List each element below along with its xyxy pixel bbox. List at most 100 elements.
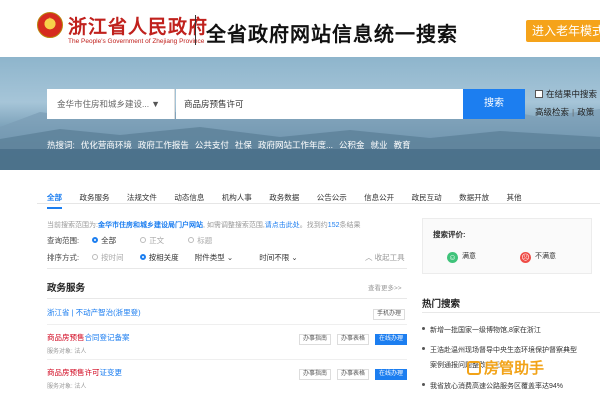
search-in-results-label: 在结果中搜索 bbox=[546, 89, 598, 99]
hot-search-divider bbox=[422, 312, 600, 313]
hot-search-item[interactable]: 王浩赴温州现场督导中央生态环境保护督察典型 bbox=[422, 345, 600, 355]
hot-words: 热搜词: 优化营商环境 政府工作报告 公共支付 社保 政府网站工作年度... 公积金 就业 教育 bbox=[47, 139, 417, 151]
service-item: 浙江省 | 不动产智治(浙里登) 手机办理 bbox=[47, 307, 410, 320]
tab-all[interactable]: 全部 bbox=[47, 192, 62, 209]
hot-word[interactable]: 公共支付 bbox=[195, 140, 229, 150]
tabs-divider bbox=[37, 203, 600, 204]
time-range-dropdown[interactable]: 时间不限 ⌄ bbox=[259, 252, 297, 263]
service-item: 商品房预售许可证变更 服务对象: 法人 办事指南 办事表格 在线办理 bbox=[47, 367, 410, 390]
hot-word[interactable]: 就业 bbox=[371, 140, 388, 150]
service-guide-button[interactable]: 办事指南 bbox=[299, 334, 331, 345]
hot-search-item[interactable]: 我省放心消费高速公路服务区覆盖率达94% bbox=[422, 381, 600, 391]
tab-notices[interactable]: 公告公示 bbox=[317, 192, 347, 203]
hot-word[interactable]: 优化营商环境 bbox=[81, 140, 132, 150]
online-handle-button[interactable]: 在线办理 bbox=[375, 369, 407, 380]
service-guide-button[interactable]: 办事指南 bbox=[299, 369, 331, 380]
sort-filter: 排序方式: 按时间 按相关度 附件类型 ⌄ 时间不限 ⌄ bbox=[47, 252, 322, 264]
file-type-dropdown[interactable]: 附件类型 ⌄ bbox=[195, 252, 233, 263]
site-title: 全省政府网站信息统一搜索 bbox=[206, 24, 458, 46]
search-banner: 金华市住房和城乡建设... ▼ 搜索 在结果中搜索 高级检索|政策 热搜词: 优化… bbox=[0, 57, 600, 170]
range-label: 查询范围: bbox=[47, 236, 80, 245]
tab-news[interactable]: 动态信息 bbox=[174, 192, 204, 203]
count-suffix: 条结果 bbox=[339, 222, 361, 229]
site-header: 浙江省人民政府 The People's Government of Zheji… bbox=[0, 0, 600, 57]
elder-mode-button[interactable]: 进入老年模式 bbox=[526, 20, 600, 42]
scope-mid: , 如需调整搜索范围, bbox=[202, 222, 265, 229]
header-divider bbox=[195, 15, 196, 45]
hot-word[interactable]: 社保 bbox=[235, 140, 252, 150]
bullet-icon bbox=[422, 383, 425, 386]
advanced-links: 高级检索 | 政策 bbox=[535, 107, 595, 117]
gov-name[interactable]: 浙江省人民政府 bbox=[68, 12, 208, 39]
search-scope-info: 当前搜索范围为:金华市住房和城乡建设局门户网站, 如需调整搜索范围,请点击此处。… bbox=[47, 220, 360, 230]
collapse-tools-button[interactable]: ︿ 收起工具 bbox=[365, 252, 405, 263]
policy-link[interactable]: 政策 bbox=[577, 107, 594, 117]
count-prefix: 。找到约 bbox=[299, 222, 328, 229]
filter-divider bbox=[47, 268, 407, 269]
range-option-title[interactable]: 标题 bbox=[188, 235, 212, 246]
rating-title: 搜索评价: bbox=[433, 230, 466, 239]
caret-down-icon: ▼ bbox=[151, 99, 160, 109]
service-divider bbox=[47, 359, 407, 360]
tab-personnel[interactable]: 机构人事 bbox=[222, 192, 252, 203]
service-title-link[interactable]: 浙江省 | 不动产智治(浙里登) bbox=[47, 307, 410, 318]
national-emblem-icon bbox=[37, 12, 63, 38]
tab-other[interactable]: 其他 bbox=[507, 192, 522, 203]
category-tabs: 全部 政务服务 法规文件 动态信息 机构人事 政务数据 公告公示 信息公开 政民… bbox=[47, 187, 535, 209]
chevron-down-icon: ⌄ bbox=[291, 253, 298, 262]
scope-dept-link[interactable]: 金华市住房和城乡建设局门户网站 bbox=[98, 222, 203, 229]
chevron-down-icon: ⌄ bbox=[226, 253, 234, 262]
service-divider bbox=[47, 324, 407, 325]
smile-icon: ☺ bbox=[447, 252, 458, 263]
scope-prefix: 当前搜索范围为: bbox=[47, 222, 98, 229]
advanced-search-link[interactable]: 高级检索 bbox=[535, 107, 569, 117]
result-count: 152 bbox=[327, 222, 340, 229]
tab-interaction[interactable]: 政民互动 bbox=[412, 192, 442, 203]
search-rating-box: 搜索评价: ☺ 满意 ☹ 不满意 bbox=[422, 218, 592, 274]
hot-word[interactable]: 政府工作报告 bbox=[138, 140, 189, 150]
gov-name-en: The People's Government of Zhejiang Prov… bbox=[68, 38, 205, 45]
tab-regulations[interactable]: 法规文件 bbox=[127, 192, 157, 203]
hot-words-label: 热搜词: bbox=[47, 140, 75, 150]
search-in-results-checkbox[interactable]: 在结果中搜索 bbox=[535, 88, 597, 100]
service-item: 商品房预售合同登记备案 服务对象: 法人 办事指南 办事表格 在线办理 bbox=[47, 332, 410, 355]
search-input[interactable] bbox=[176, 89, 463, 119]
hot-search-item[interactable]: 新增一批国家一级博物馆,8家在浙江 bbox=[422, 325, 600, 335]
tab-gov-services[interactable]: 政务服务 bbox=[79, 192, 109, 203]
adjust-scope-link[interactable]: 请点击此处 bbox=[265, 222, 300, 229]
bullet-icon bbox=[422, 347, 425, 350]
hot-word[interactable]: 政府网站工作年度... bbox=[258, 140, 333, 150]
range-option-all[interactable]: 全部 bbox=[92, 235, 116, 246]
mobile-handle-button[interactable]: 手机办理 bbox=[373, 309, 405, 320]
sort-label: 排序方式: bbox=[47, 253, 80, 262]
bullet-icon bbox=[422, 327, 425, 330]
search-scope-value: 金华市住房和城乡建设... bbox=[57, 99, 150, 109]
sort-option-time[interactable]: 按时间 bbox=[92, 252, 124, 263]
house-icon bbox=[467, 361, 481, 375]
service-target: 服务对象: 法人 bbox=[47, 384, 87, 390]
frown-icon: ☹ bbox=[520, 252, 531, 263]
tab-gov-data[interactable]: 政务数据 bbox=[269, 192, 299, 203]
watermark: 房管助手 bbox=[467, 357, 544, 378]
search-button[interactable]: 搜索 bbox=[463, 89, 525, 119]
online-handle-button[interactable]: 在线办理 bbox=[375, 334, 407, 345]
search-scope-select[interactable]: 金华市住房和城乡建设... ▼ bbox=[47, 89, 175, 119]
sort-option-relevance[interactable]: 按相关度 bbox=[139, 252, 179, 263]
range-option-body[interactable]: 正文 bbox=[140, 235, 164, 246]
rating-unsatisfied-button[interactable]: ☹ 不满意 bbox=[520, 251, 556, 263]
range-filter: 查询范围: 全部 正文 标题 bbox=[47, 235, 234, 247]
service-form-button[interactable]: 办事表格 bbox=[337, 369, 369, 380]
tab-open-data[interactable]: 数据开放 bbox=[459, 192, 489, 203]
tab-disclosure[interactable]: 信息公开 bbox=[364, 192, 394, 203]
hot-word[interactable]: 公积金 bbox=[339, 140, 365, 150]
rating-satisfied-button[interactable]: ☺ 满意 bbox=[447, 251, 476, 263]
services-title: 政务服务 bbox=[47, 283, 86, 294]
checkbox-icon bbox=[535, 90, 543, 98]
chevron-up-icon: ︿ bbox=[365, 253, 373, 262]
service-target: 服务对象: 法人 bbox=[47, 349, 87, 355]
services-divider bbox=[47, 298, 407, 299]
hot-word[interactable]: 教育 bbox=[394, 140, 411, 150]
service-form-button[interactable]: 办事表格 bbox=[337, 334, 369, 345]
services-more-link[interactable]: 查看更多>> bbox=[368, 282, 402, 292]
hot-search-title: 热门搜索 bbox=[422, 299, 461, 310]
